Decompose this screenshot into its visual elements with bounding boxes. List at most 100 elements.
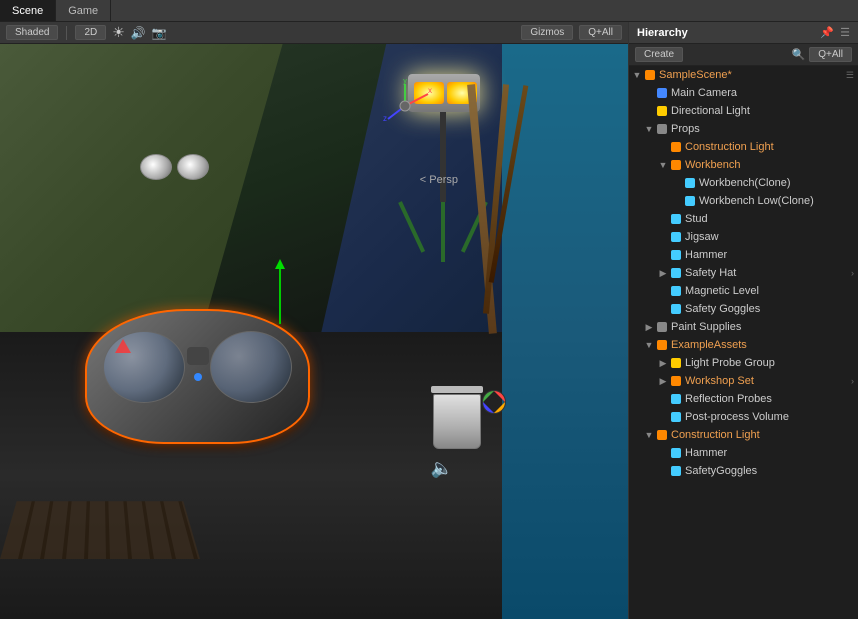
probe-icon <box>669 356 683 370</box>
scene-icon <box>643 68 657 82</box>
right-arrow: › <box>851 268 854 278</box>
hierarchy-item-construction-light-1[interactable]: ▶ Construction Light <box>629 138 858 156</box>
persp-label: < Persp <box>420 174 458 186</box>
viewport: Shaded 2D ☀ 🔊 📷 Gizmos Q+All <box>0 22 628 619</box>
item-label: Directional Light <box>671 105 750 117</box>
wooden-planks <box>0 501 200 559</box>
hierarchy-item-workbench[interactable]: ▼ Workbench <box>629 156 858 174</box>
expand-arrow[interactable]: ▶ <box>657 375 669 387</box>
hierarchy-item-workbench-low-clone[interactable]: ▶ Workbench Low(Clone) <box>629 192 858 210</box>
item-label: Workshop Set <box>685 375 754 387</box>
item-label: ExampleAssets <box>671 339 747 351</box>
sun-icon[interactable]: ☀ <box>112 24 125 41</box>
item-label: SampleScene* <box>659 69 732 81</box>
folder-icon <box>655 122 669 136</box>
hierarchy-item-paint-supplies[interactable]: ▶ Paint Supplies <box>629 318 858 336</box>
expand-arrow[interactable]: ▼ <box>643 429 655 441</box>
hierarchy-header: Hierarchy 📌 ☰ <box>629 22 858 44</box>
right-arrow: › <box>851 376 854 386</box>
speaker-icon[interactable]: 🔊 <box>131 26 146 40</box>
object-icon <box>683 176 697 190</box>
hierarchy-item-construction-light-2[interactable]: ▼ Construction Light <box>629 426 858 444</box>
item-label: Paint Supplies <box>671 321 741 333</box>
2d-mode-btn[interactable]: 2D <box>75 25 106 40</box>
hierarchy-item-example-assets[interactable]: ▼ ExampleAssets <box>629 336 858 354</box>
item-label: Props <box>671 123 700 135</box>
gizmos-dropdown[interactable]: Gizmos <box>521 25 573 40</box>
camera-icon[interactable]: 📷 <box>152 26 167 40</box>
tab-scene[interactable]: Scene <box>0 0 56 21</box>
hierarchy-item-workshop-set[interactable]: ▶ Workshop Set › <box>629 372 858 390</box>
item-label: Main Camera <box>671 87 737 99</box>
hierarchy-item-safety-hat[interactable]: ▶ Safety Hat › <box>629 264 858 282</box>
expand-arrow[interactable]: ▼ <box>643 123 655 135</box>
item-label: Workbench(Clone) <box>699 177 791 189</box>
hierarchy-item-main-camera[interactable]: ▶ Main Camera <box>629 84 858 102</box>
hierarchy-toolbar: Create 🔍 Q+All <box>629 44 858 66</box>
tab-game[interactable]: Game <box>56 0 111 21</box>
hierarchy-item-props[interactable]: ▼ Props <box>629 120 858 138</box>
transform-handle <box>275 259 285 324</box>
object-icon <box>669 212 683 226</box>
hierarchy-item-safety-goggles-1[interactable]: ▶ Safety Goggles <box>629 300 858 318</box>
item-label: Hammer <box>685 447 727 459</box>
expand-arrow[interactable]: ▶ <box>657 267 669 279</box>
hierarchy-item-magnetic-level[interactable]: ▶ Magnetic Level <box>629 282 858 300</box>
create-button[interactable]: Create <box>635 47 683 62</box>
hierarchy-menu-icon[interactable]: ☰ <box>840 26 850 39</box>
hierarchy-pin-icon[interactable]: 📌 <box>820 26 834 39</box>
object-icon <box>669 302 683 316</box>
all-filter-btn[interactable]: Q+All <box>809 47 852 62</box>
object-icon <box>669 140 683 154</box>
hierarchy-item-safety-goggles-2[interactable]: ▶ SafetyGoggles <box>629 462 858 480</box>
hierarchy-item-light-probe-group[interactable]: ▶ Light Probe Group <box>629 354 858 372</box>
item-label: Safety Goggles <box>685 303 760 315</box>
item-label: SafetyGoggles <box>685 465 757 477</box>
expand-arrow[interactable]: ▼ <box>631 69 643 81</box>
hierarchy-item-reflection-probes[interactable]: ▶ Reflection Probes <box>629 390 858 408</box>
hierarchy-item-hammer-2[interactable]: ▶ Hammer <box>629 444 858 462</box>
hierarchy-item-hammer-1[interactable]: ▶ Hammer <box>629 246 858 264</box>
expand-arrow[interactable]: ▶ <box>657 357 669 369</box>
hierarchy-item-jigsaw[interactable]: ▶ Jigsaw <box>629 228 858 246</box>
item-label: Jigsaw <box>685 231 719 243</box>
hierarchy-item-samplescene[interactable]: ▼ SampleScene* ☰ <box>629 66 858 84</box>
hierarchy-item-stud[interactable]: ▶ Stud <box>629 210 858 228</box>
shading-dropdown[interactable]: Shaded <box>6 25 58 40</box>
object-icon <box>669 284 683 298</box>
item-label: Safety Hat <box>685 267 736 279</box>
item-label: Stud <box>685 213 708 225</box>
all-dropdown[interactable]: Q+All <box>579 25 622 40</box>
item-label: Post-process Volume <box>685 411 789 423</box>
main-area: Shaded 2D ☀ 🔊 📷 Gizmos Q+All <box>0 22 858 619</box>
hierarchy-panel: Hierarchy 📌 ☰ Create 🔍 Q+All ▼ SampleSce… <box>628 22 858 619</box>
item-label: Construction Light <box>671 429 760 441</box>
hierarchy-list: ▼ SampleScene* ☰ ▶ Main Camera ▶ Directi… <box>629 66 858 619</box>
leaning-planks <box>468 84 528 364</box>
audio-icon: 🔈 <box>431 458 453 479</box>
item-label: Workbench <box>685 159 740 171</box>
light-icon <box>655 104 669 118</box>
expand-arrow[interactable]: ▶ <box>643 321 655 333</box>
hierarchy-item-directional-light[interactable]: ▶ Directional Light <box>629 102 858 120</box>
viewport-toolbar: Shaded 2D ☀ 🔊 📷 Gizmos Q+All <box>0 22 628 44</box>
object-icon <box>669 230 683 244</box>
folder-icon <box>655 338 669 352</box>
hierarchy-item-post-process[interactable]: ▶ Post-process Volume <box>629 408 858 426</box>
paint-bucket <box>431 386 483 449</box>
expand-arrow[interactable]: ▼ <box>657 159 669 171</box>
folder-icon <box>655 320 669 334</box>
item-label: Hammer <box>685 249 727 261</box>
object-icon <box>669 248 683 262</box>
expand-arrow[interactable]: ▼ <box>643 339 655 351</box>
right-arrow: ☰ <box>846 70 854 81</box>
safety-goggles-object <box>85 309 310 444</box>
hierarchy-item-workbench-clone[interactable]: ▶ Workbench(Clone) <box>629 174 858 192</box>
hierarchy-title: Hierarchy <box>637 27 688 39</box>
item-label: Workbench Low(Clone) <box>699 195 814 207</box>
viewport-scene[interactable]: x y z <box>0 44 628 619</box>
object-icon <box>655 428 669 442</box>
object-icon <box>669 410 683 424</box>
object-icon <box>683 194 697 208</box>
object-icon <box>669 158 683 172</box>
